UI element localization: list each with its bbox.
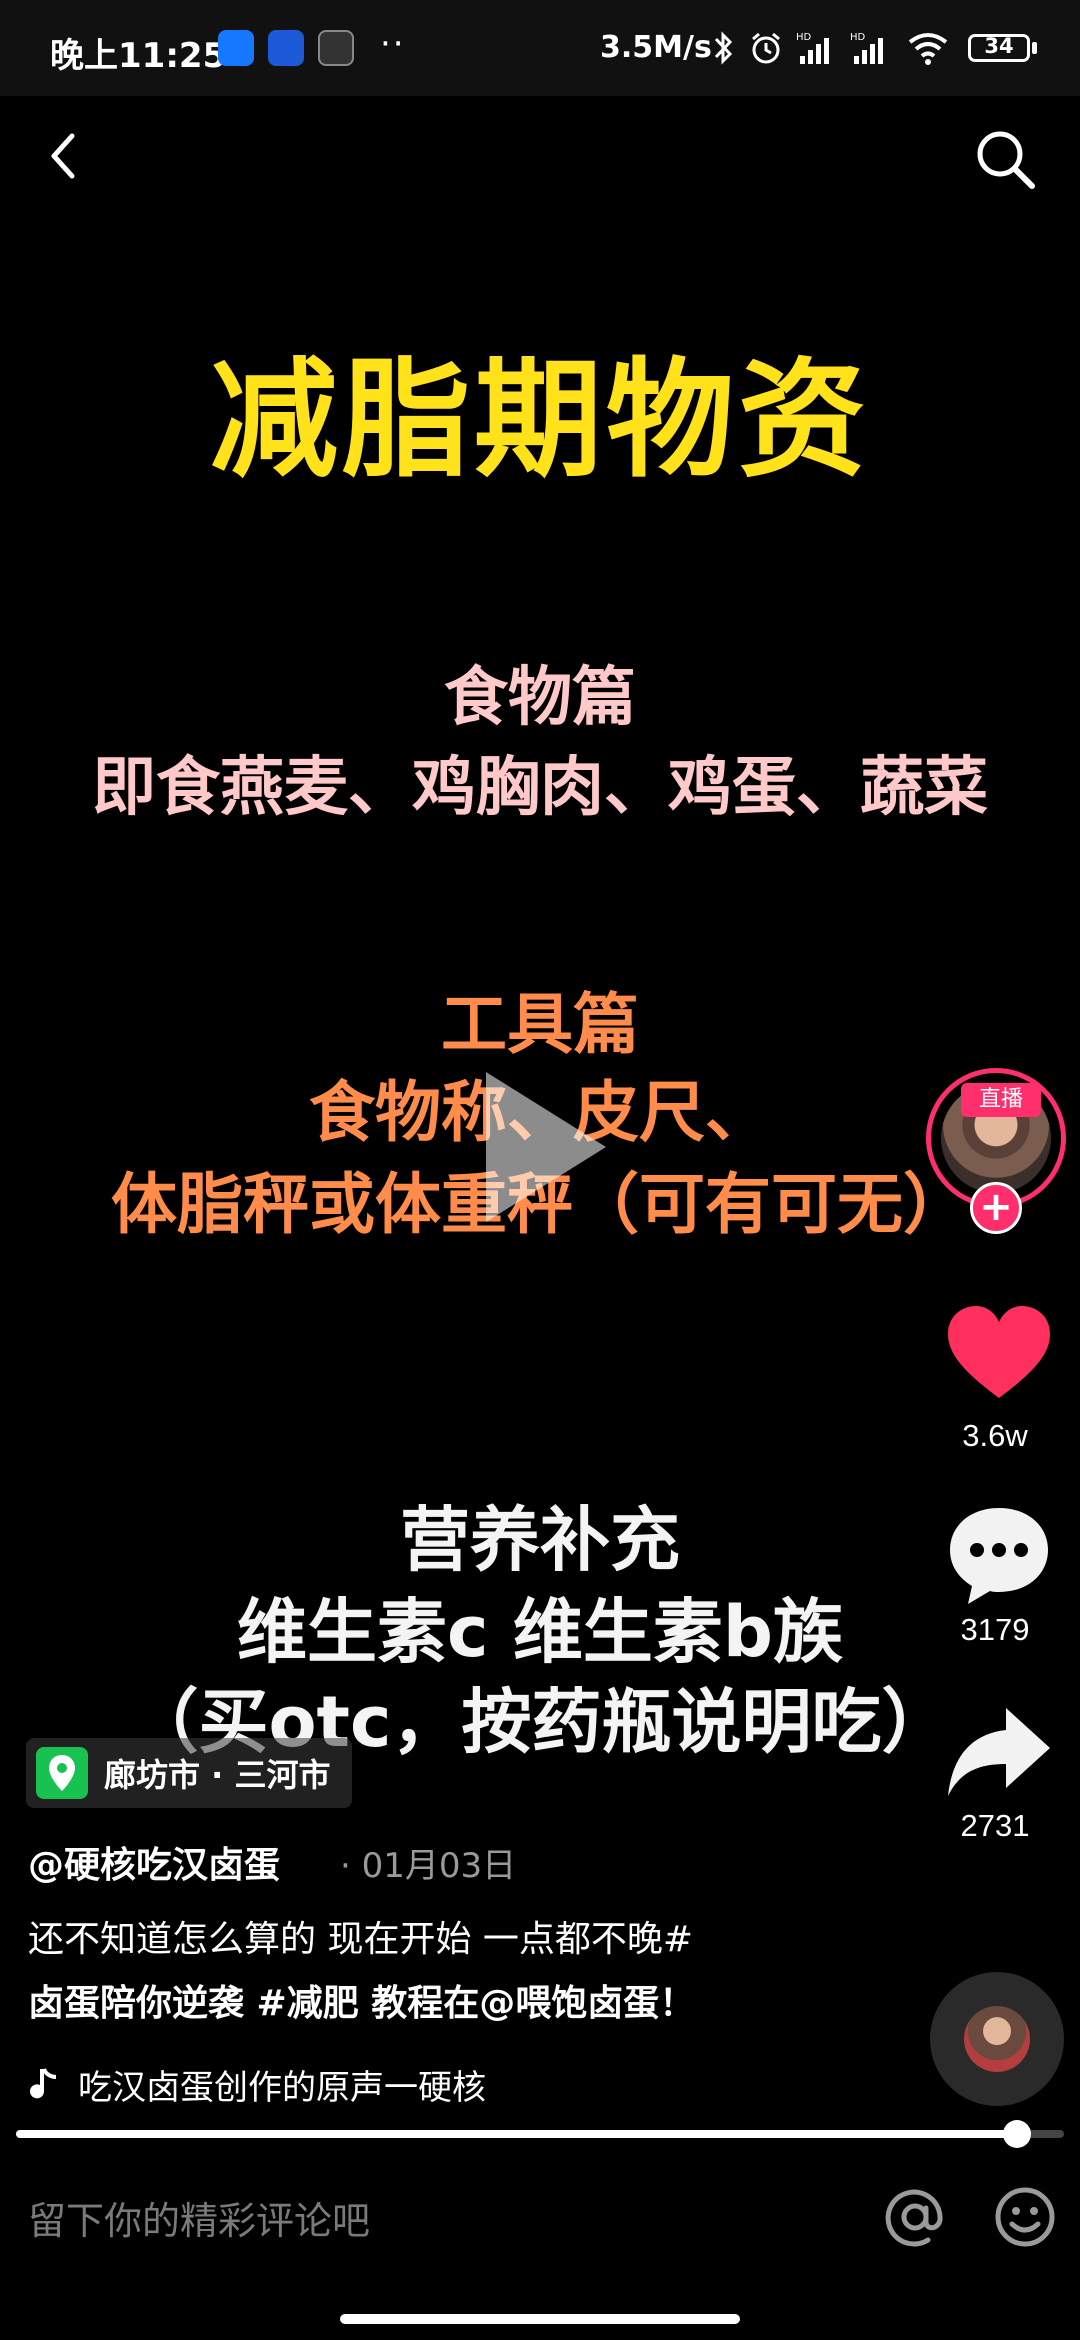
battery-tip	[1032, 42, 1037, 54]
signal-hd-icon-1: HD	[796, 32, 829, 64]
music-info[interactable]: 吃汉卤蛋创作的原声一硬核	[28, 2060, 486, 2109]
location-tag[interactable]: 廊坊市 · 三河市	[26, 1738, 353, 1808]
location-label: 廊坊市 · 三河市	[104, 1756, 331, 1794]
live-badge: 直播	[961, 1083, 1041, 1117]
alipay-app-icon	[218, 30, 254, 66]
author-name[interactable]: @硬核吃汉卤蛋	[28, 1836, 280, 1888]
food-items: 即食燕麦、鸡胸肉、鸡蛋、蔬菜	[92, 751, 988, 825]
bluetooth-icon	[714, 31, 733, 65]
svg-text:HD: HD	[796, 32, 812, 43]
more-notifications: ··	[380, 24, 406, 64]
music-disc-avatar	[964, 2006, 1030, 2072]
comment-input[interactable]: 留下你的精彩评论吧	[28, 2190, 848, 2243]
description-line-2[interactable]: 卤蛋陪你逆袭 #减肥 教程在@喂饱卤蛋！	[28, 1974, 695, 2026]
signal-hd-icon-2: HD	[850, 32, 883, 64]
supplement-heading: 营养补充	[400, 1499, 680, 1581]
tools-heading: 工具篇	[441, 986, 639, 1063]
supplement-line-1: 维生素c 维生素b族	[237, 1591, 843, 1673]
wifi-icon	[908, 33, 948, 65]
post-date: · 01月03日	[340, 1846, 517, 1886]
browser-app-icon	[268, 30, 304, 66]
home-indicator[interactable]	[340, 2314, 740, 2324]
emoji-icon[interactable]	[990, 2182, 1060, 2252]
video-title-text: 减脂期物资	[209, 346, 870, 495]
svg-text:HD: HD	[850, 32, 866, 43]
comment-icon[interactable]	[944, 1500, 1054, 1610]
play-icon[interactable]	[466, 1062, 616, 1232]
battery-percent: 34	[984, 34, 1014, 58]
at-icon[interactable]	[880, 2182, 950, 2252]
video-progress-bar[interactable]	[16, 2120, 1064, 2148]
progress-fill	[16, 2130, 1017, 2138]
progress-thumb[interactable]	[1002, 2120, 1031, 2148]
music-note-icon	[30, 2067, 57, 2098]
follow-button[interactable]: +	[970, 1182, 1022, 1234]
like-count: 3.6w	[962, 1418, 1028, 1453]
food-heading: 食物篇	[444, 661, 636, 735]
music-disc-button[interactable]	[930, 1972, 1064, 2106]
location-pin-icon	[36, 1747, 88, 1799]
network-speed: 3.5M/s	[600, 30, 712, 65]
battery-icon: 34	[968, 34, 1030, 62]
status-bar: 晚上11:25 ·· 3.5M/s HD HD 34	[0, 0, 1080, 96]
description-line-1: 还不知道怎么算的 现在开始 一点都不晚#	[28, 1919, 694, 1960]
comment-count: 3179	[960, 1612, 1030, 1647]
share-icon[interactable]	[944, 1700, 1054, 1810]
recorder-app-icon	[318, 30, 354, 66]
alarm-icon	[752, 32, 780, 64]
share-count: 2731	[960, 1808, 1030, 1843]
music-title: 吃汉卤蛋创作的原声一硬核	[78, 2068, 486, 2108]
status-time: 晚上11:25	[50, 36, 227, 76]
heart-icon[interactable]	[944, 1300, 1054, 1410]
